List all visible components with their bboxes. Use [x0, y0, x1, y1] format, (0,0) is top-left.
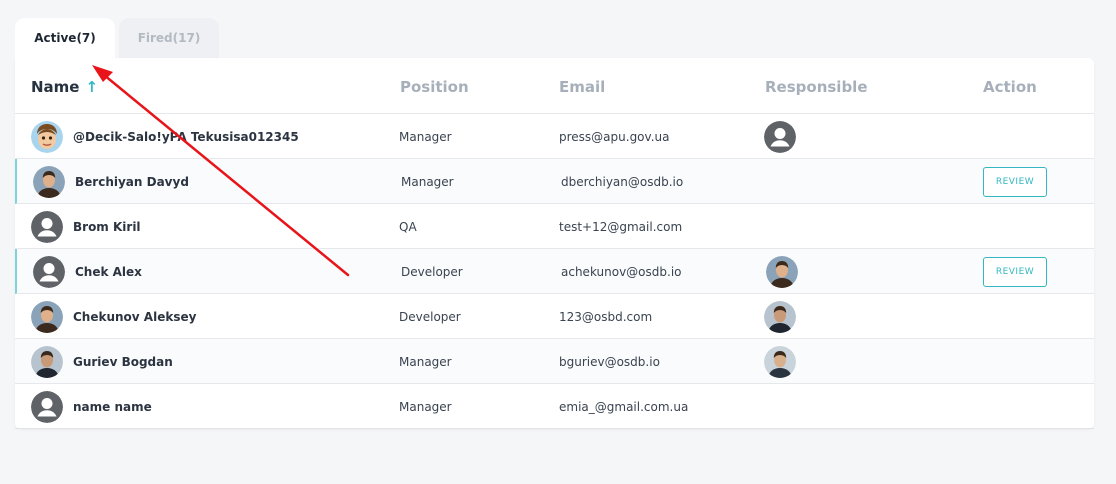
position-cell: Manager — [399, 399, 452, 414]
avatar — [31, 345, 63, 378]
action-cell: REVIEW — [983, 159, 1047, 204]
avatar — [31, 300, 63, 333]
position-cell: Manager — [401, 174, 454, 189]
column-header-position[interactable]: Position — [400, 78, 469, 96]
table-row[interactable]: name name Manager emia_@gmail.com.ua — [15, 384, 1094, 429]
status-tabs: Active(7) Fired(17) — [15, 18, 223, 58]
responsible-cell — [764, 339, 796, 384]
employee-name-cell: Brom Kiril — [31, 204, 141, 249]
email-cell: emia_@gmail.com.ua — [559, 399, 689, 414]
responsible-avatar — [764, 345, 796, 378]
review-button[interactable]: REVIEW — [983, 256, 1047, 287]
action-cell: REVIEW — [983, 249, 1047, 294]
employee-name-cell: Chekunov Aleksey — [31, 294, 196, 339]
employee-name: @Decik-Salo!yPA Tekusisa012345 — [73, 129, 299, 144]
employee-name-cell: @Decik-Salo!yPA Tekusisa012345 — [31, 114, 299, 159]
tab-active[interactable]: Active(7) — [15, 18, 115, 58]
email-cell: achekunov@osdb.io — [561, 264, 682, 279]
position-cell: Developer — [401, 264, 463, 279]
table-row[interactable]: Berchiyan Davyd Manager dberchiyan@osdb.io… — [15, 159, 1094, 204]
employee-name-cell: name name — [31, 384, 152, 429]
email-cell: press@apu.gov.ua — [559, 129, 670, 144]
table-row[interactable]: Chek Alex Developer achekunov@osdb.io REVIE… — [15, 249, 1094, 294]
arrow-up-icon[interactable]: ↑ — [85, 78, 98, 96]
position-cell: Manager — [399, 129, 452, 144]
review-button[interactable]: REVIEW — [983, 166, 1047, 197]
employee-name-cell: Guriev Bogdan — [31, 339, 173, 384]
employee-name: Berchiyan Davyd — [75, 174, 189, 189]
email-cell: 123@osbd.com — [559, 309, 653, 324]
employee-name: Brom Kiril — [73, 219, 141, 234]
position-cell: QA — [399, 219, 417, 234]
email-cell: dberchiyan@osdb.io — [561, 174, 684, 189]
table-header: Name ↑ Position Email Responsible Action — [15, 58, 1094, 114]
position-cell: Developer — [399, 309, 461, 324]
table-row[interactable]: Brom Kiril QA test+12@gmail.com — [15, 204, 1094, 249]
employee-name-cell: Berchiyan Davyd — [33, 159, 189, 204]
avatar — [31, 210, 63, 243]
table-row[interactable]: @Decik-Salo!yPA Tekusisa012345 Manager pre… — [15, 114, 1094, 159]
employee-name: Guriev Bogdan — [73, 354, 173, 369]
responsible-cell — [766, 249, 798, 294]
responsible-avatar — [764, 120, 796, 153]
responsible-cell — [764, 294, 796, 339]
tab-fired[interactable]: Fired(17) — [119, 18, 219, 58]
responsible-avatar — [764, 300, 796, 333]
employees-table: Name ↑ Position Email Responsible Action… — [15, 58, 1094, 429]
email-cell: bguriev@osdb.io — [559, 354, 660, 369]
column-header-email[interactable]: Email — [559, 78, 605, 96]
column-header-responsible[interactable]: Responsible — [765, 78, 868, 96]
table-body: @Decik-Salo!yPA Tekusisa012345 Manager pre… — [15, 114, 1094, 429]
avatar — [31, 390, 63, 423]
employee-name-cell: Chek Alex — [33, 249, 142, 294]
responsible-avatar — [766, 255, 798, 288]
avatar — [33, 255, 65, 288]
table-row[interactable]: Guriev Bogdan Manager bguriev@osdb.io — [15, 339, 1094, 384]
employee-name: name name — [73, 399, 152, 414]
avatar — [31, 120, 63, 153]
avatar — [33, 165, 65, 198]
position-cell: Manager — [399, 354, 452, 369]
column-header-action: Action — [983, 78, 1037, 96]
email-cell: test+12@gmail.com — [559, 219, 683, 234]
employee-name: Chekunov Aleksey — [73, 309, 197, 324]
table-row[interactable]: Chekunov Aleksey Developer 123@osbd.com — [15, 294, 1094, 339]
responsible-cell — [764, 114, 796, 159]
employee-name: Chek Alex — [75, 264, 142, 279]
column-header-name[interactable]: Name ↑ — [31, 78, 98, 96]
